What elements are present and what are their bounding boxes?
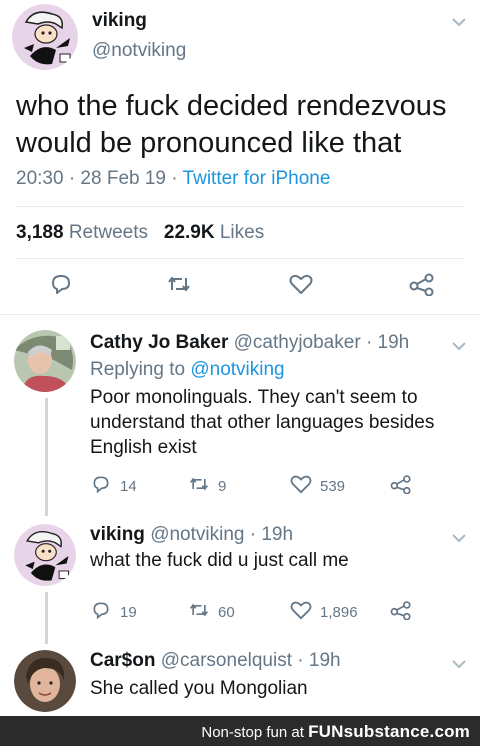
reply-action[interactable]: 19 xyxy=(90,600,137,624)
tweet-meta: 20:30 · 28 Feb 19 · Twitter for iPhone xyxy=(16,168,330,190)
reply-icon[interactable] xyxy=(47,270,75,298)
timestamp[interactable]: · 19h xyxy=(297,650,340,671)
reply-actions: 19 60 1,896 xyxy=(90,600,470,624)
like-icon[interactable] xyxy=(287,270,315,298)
replying-to-link[interactable]: @notviking xyxy=(190,359,284,380)
like-icon[interactable] xyxy=(290,474,312,498)
like-action[interactable]: 539 xyxy=(290,474,345,498)
watermark-footer: Non-stop fun at FUNsubstance.com xyxy=(0,716,480,746)
retweet-count: 60 xyxy=(218,603,235,621)
thread-line xyxy=(45,592,48,644)
tweet-stats: 3,188 Retweets 22.9K Likes xyxy=(16,222,264,244)
avatar[interactable] xyxy=(14,330,76,392)
divider xyxy=(16,258,464,259)
retweet-icon[interactable] xyxy=(165,270,193,298)
like-action[interactable]: 1,896 xyxy=(290,600,358,624)
timestamp: 20:30 · 28 Feb 19 · xyxy=(16,168,183,189)
retweet-action[interactable]: 60 xyxy=(188,600,235,624)
likes-label[interactable]: Likes xyxy=(220,222,264,243)
reply-header: Car$on @carsonelquist · 19h xyxy=(90,650,341,672)
user-handle[interactable]: @cathyjobaker xyxy=(234,332,361,353)
retweet-action[interactable]: 9 xyxy=(188,474,226,498)
footer-prefix: Non-stop fun at xyxy=(201,724,309,741)
retweet-icon[interactable] xyxy=(188,600,210,624)
timestamp[interactable]: · 19h xyxy=(366,332,409,353)
timestamp[interactable]: · 19h xyxy=(250,524,293,545)
reply-header: Cathy Jo Baker @cathyjobaker · 19h xyxy=(90,332,409,354)
retweet-count: 9 xyxy=(218,477,227,495)
reply-header: viking @notviking · 19h xyxy=(90,524,293,546)
like-count: 539 xyxy=(320,477,346,495)
retweets-label[interactable]: Retweets xyxy=(69,222,148,243)
avatar[interactable] xyxy=(14,524,76,586)
footer-brand[interactable]: FUNsubstance.com xyxy=(308,722,470,741)
share-icon[interactable] xyxy=(408,270,436,298)
thread-line xyxy=(45,398,48,516)
reply-icon[interactable] xyxy=(90,474,112,498)
replying-prefix: Replying to xyxy=(90,359,191,380)
user-handle[interactable]: @notviking xyxy=(92,40,186,62)
divider xyxy=(0,314,480,315)
like-icon[interactable] xyxy=(290,600,312,624)
replying-to: Replying to @notviking xyxy=(90,359,285,381)
display-name[interactable]: Cathy Jo Baker xyxy=(90,332,228,353)
reply-icon[interactable] xyxy=(90,600,112,624)
reply-text: She called you Mongolian xyxy=(90,678,308,699)
retweets-count[interactable]: 3,188 xyxy=(16,222,64,243)
footer-text: Non-stop fun at FUNsubstance.com xyxy=(201,722,470,742)
reply-action[interactable]: 14 xyxy=(90,474,137,498)
reply-text: what the fuck did u just call me xyxy=(90,550,349,571)
share-icon[interactable] xyxy=(390,474,412,494)
display-name[interactable]: viking xyxy=(90,524,145,545)
divider xyxy=(16,206,464,207)
avatar[interactable] xyxy=(14,650,76,712)
retweet-icon[interactable] xyxy=(188,474,210,498)
chevron-down-icon[interactable] xyxy=(452,338,466,354)
chevron-down-icon[interactable] xyxy=(452,14,466,30)
like-count: 1,896 xyxy=(320,603,358,621)
user-handle[interactable]: @carsonelquist xyxy=(161,650,292,671)
chevron-down-icon[interactable] xyxy=(452,656,466,672)
reply-actions: 14 9 539 xyxy=(90,474,470,498)
reply-count: 14 xyxy=(120,477,137,495)
reply-text: Poor monolinguals. They can't seem to un… xyxy=(90,387,435,458)
avatar[interactable] xyxy=(12,4,78,70)
share-icon[interactable] xyxy=(390,600,412,620)
tweet-actions xyxy=(0,270,480,306)
display-name[interactable]: Car$on xyxy=(90,650,155,671)
display-name[interactable]: viking xyxy=(92,10,147,32)
user-handle[interactable]: @notviking xyxy=(150,524,244,545)
source-link[interactable]: Twitter for iPhone xyxy=(183,168,331,189)
reply-count: 19 xyxy=(120,603,137,621)
likes-count[interactable]: 22.9K xyxy=(164,222,215,243)
tweet-text: who the fuck decided rendezvous would be… xyxy=(16,90,447,159)
chevron-down-icon[interactable] xyxy=(452,530,466,546)
